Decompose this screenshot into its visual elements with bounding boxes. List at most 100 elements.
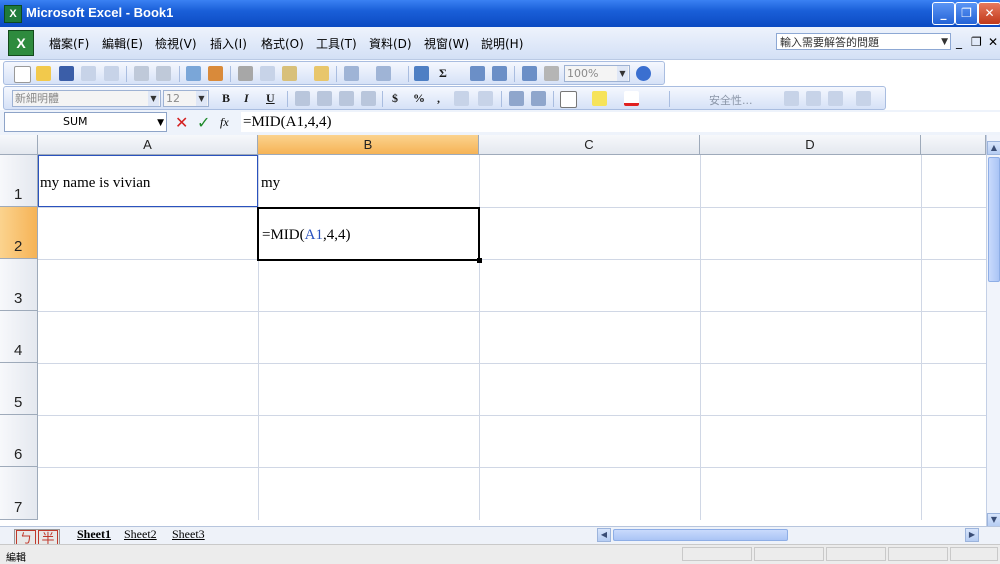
align-right-icon[interactable] xyxy=(339,91,354,106)
menu-data[interactable]: 資料(D) xyxy=(369,35,412,52)
menu-tools[interactable]: 工具(T) xyxy=(316,35,357,52)
worksheet-grid[interactable]: A B C D 1 2 3 4 5 6 7 my name is vivian … xyxy=(0,135,986,520)
cell-b1[interactable]: my xyxy=(261,175,280,192)
chevron-down-icon[interactable]: ▼ xyxy=(157,114,164,132)
chart-wizard-icon[interactable] xyxy=(522,66,537,81)
horizontal-scroll-thumb[interactable] xyxy=(613,529,788,541)
help-icon[interactable] xyxy=(636,66,651,81)
insert-function-button[interactable]: fx xyxy=(220,115,229,130)
chevron-down-icon[interactable]: ▼ xyxy=(941,34,948,51)
redo-icon[interactable] xyxy=(376,66,391,81)
fill-color-icon[interactable] xyxy=(592,91,607,106)
scroll-left-icon[interactable]: ◀ xyxy=(597,528,611,542)
menu-file[interactable]: 檔案(F) xyxy=(49,35,89,52)
sheet-tab-1[interactable]: Sheet1 xyxy=(77,526,111,542)
comma-button[interactable]: , xyxy=(437,91,440,106)
close-button[interactable]: ✕ xyxy=(978,2,1000,25)
menu-view[interactable]: 檢視(V) xyxy=(155,35,197,52)
fill-handle[interactable] xyxy=(477,258,482,263)
format-painter-icon[interactable] xyxy=(314,66,329,81)
increase-decimal-icon[interactable] xyxy=(454,91,469,106)
excel-icon[interactable]: X xyxy=(4,5,22,23)
permission-icon[interactable] xyxy=(81,66,96,81)
bold-button[interactable]: B xyxy=(222,91,230,106)
chevron-down-icon[interactable]: ▼ xyxy=(196,91,207,106)
control-toolbox-icon[interactable] xyxy=(828,91,843,106)
cut-icon[interactable] xyxy=(238,66,253,81)
print-preview-icon[interactable] xyxy=(156,66,171,81)
cancel-icon[interactable]: ✕ xyxy=(175,113,188,132)
row-header-6[interactable]: 6 xyxy=(0,415,38,467)
autosum-icon[interactable]: Σ xyxy=(439,66,447,81)
doc-close-button[interactable]: ✕ xyxy=(988,35,998,49)
doc-minimize-button[interactable]: _ xyxy=(956,35,962,49)
research-icon[interactable] xyxy=(208,66,223,81)
enter-icon[interactable]: ✓ xyxy=(197,113,210,132)
restore-button[interactable]: ❐ xyxy=(955,2,978,25)
row-header-1[interactable]: 1 xyxy=(0,155,38,207)
open-icon[interactable] xyxy=(36,66,51,81)
scroll-right-icon[interactable]: ▶ xyxy=(965,528,979,542)
column-header-b[interactable]: B xyxy=(258,135,479,155)
font-name-select[interactable]: 新細明體 ▼ xyxy=(12,90,161,107)
spelling-icon[interactable] xyxy=(186,66,201,81)
new-icon[interactable] xyxy=(14,66,31,83)
sheet-tab-3[interactable]: Sheet3 xyxy=(172,526,205,542)
name-box[interactable]: SUM ▼ xyxy=(4,112,167,132)
menu-insert[interactable]: 插入(I) xyxy=(210,35,247,52)
active-cell-b2[interactable] xyxy=(257,207,480,261)
help-search-input[interactable]: 輸入需要解答的問題 ▼ xyxy=(776,33,951,50)
copy-icon[interactable] xyxy=(260,66,275,81)
row-header-4[interactable]: 4 xyxy=(0,311,38,363)
sort-ascending-icon[interactable] xyxy=(470,66,485,81)
merge-center-icon[interactable] xyxy=(361,91,376,106)
undo-icon[interactable] xyxy=(344,66,359,81)
select-all-corner[interactable] xyxy=(0,135,38,155)
design-mode-icon[interactable] xyxy=(856,91,871,106)
font-size-select[interactable]: 12 ▼ xyxy=(163,90,209,107)
sheet-tab-2[interactable]: Sheet2 xyxy=(124,526,157,542)
print-icon[interactable] xyxy=(134,66,149,81)
chevron-down-icon[interactable]: ▼ xyxy=(148,91,159,106)
increase-indent-icon[interactable] xyxy=(531,91,546,106)
menu-help[interactable]: 說明(H) xyxy=(481,35,523,52)
borders-icon[interactable] xyxy=(560,91,577,108)
chevron-down-icon[interactable]: ▼ xyxy=(617,66,628,81)
row-header-2[interactable]: 2 xyxy=(0,207,38,259)
email-icon[interactable] xyxy=(104,66,119,81)
doc-restore-button[interactable]: ❐ xyxy=(971,35,982,49)
minimize-button[interactable]: _ xyxy=(932,2,955,25)
column-header-d[interactable]: D xyxy=(700,135,921,155)
column-header-a[interactable]: A xyxy=(38,135,258,155)
save-icon[interactable] xyxy=(59,66,74,81)
column-header-e[interactable] xyxy=(921,135,986,155)
workbook-icon[interactable]: X xyxy=(8,30,34,56)
vertical-scrollbar[interactable]: ▲ ▼ xyxy=(986,135,1000,527)
align-center-icon[interactable] xyxy=(317,91,332,106)
menu-window[interactable]: 視窗(W) xyxy=(424,35,469,52)
row-header-5[interactable]: 5 xyxy=(0,363,38,415)
review-icon[interactable] xyxy=(784,91,799,106)
font-color-icon[interactable] xyxy=(624,91,639,106)
zoom-select[interactable]: 100% ▼ xyxy=(564,65,630,82)
paste-icon[interactable] xyxy=(282,66,297,81)
formula-input[interactable]: =MID(A1,4,4) xyxy=(241,112,1000,132)
column-header-c[interactable]: C xyxy=(479,135,700,155)
scroll-thumb[interactable] xyxy=(988,157,1000,282)
scroll-down-icon[interactable]: ▼ xyxy=(987,513,1000,527)
align-left-icon[interactable] xyxy=(295,91,310,106)
italic-button[interactable]: I xyxy=(244,91,249,106)
security-button[interactable]: 安全性... xyxy=(709,92,753,108)
scroll-up-icon[interactable]: ▲ xyxy=(987,141,1000,155)
menu-format[interactable]: 格式(O) xyxy=(261,35,304,52)
decrease-indent-icon[interactable] xyxy=(509,91,524,106)
percent-button[interactable]: % xyxy=(413,91,425,106)
menu-edit[interactable]: 編輯(E) xyxy=(102,35,143,52)
row-header-7[interactable]: 7 xyxy=(0,467,38,520)
row-header-3[interactable]: 3 xyxy=(0,259,38,311)
decrease-decimal-icon[interactable] xyxy=(478,91,493,106)
hyperlink-icon[interactable] xyxy=(414,66,429,81)
cell-a1[interactable]: my name is vivian xyxy=(40,175,150,192)
currency-button[interactable]: $ xyxy=(392,91,398,106)
underline-button[interactable]: U xyxy=(266,91,275,106)
